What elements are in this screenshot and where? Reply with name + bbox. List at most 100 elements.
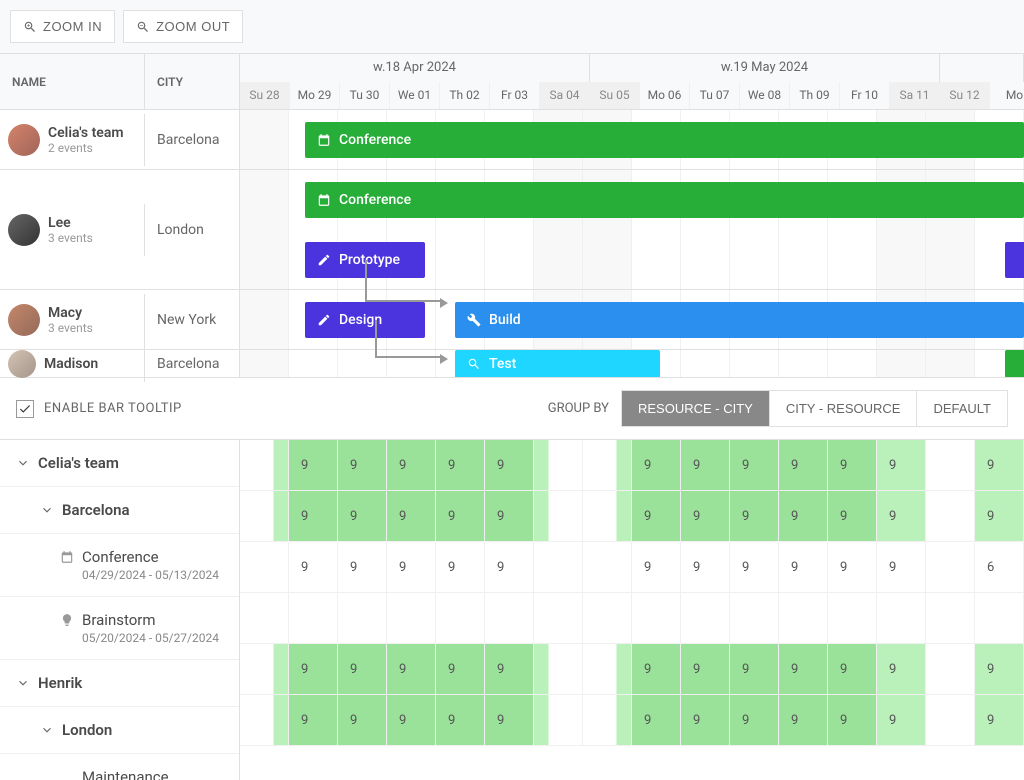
bottom-cell: 9	[828, 695, 877, 745]
event-label: Conference	[339, 132, 411, 148]
search-icon	[467, 357, 481, 371]
resource-city: London	[145, 212, 239, 248]
bottom-cell	[926, 491, 975, 541]
bottom-cell: 9	[632, 440, 681, 490]
day-cell: Mo 06	[640, 82, 690, 110]
bottom-cell	[926, 440, 975, 490]
pencil-icon	[317, 253, 331, 267]
bottom-cell	[926, 695, 975, 745]
resource-row[interactable]: Celia's team 2 events Barcelona	[0, 110, 239, 170]
zoom-out-label: ZOOM OUT	[156, 19, 230, 34]
bottom-cell: 9	[681, 491, 730, 541]
bottom-cell: 9	[387, 644, 436, 694]
bottom-cell: 9	[436, 644, 485, 694]
bottom-cell: 9	[485, 644, 534, 694]
tree-item-conference[interactable]: Conference 04/29/2024 - 05/13/2024	[0, 534, 239, 597]
bottom-cell: 9	[681, 695, 730, 745]
check-icon	[18, 402, 32, 416]
segment-city-resource[interactable]: CITY - RESOURCE	[770, 391, 918, 426]
bottom-cell: 9	[485, 491, 534, 541]
bottom-cell: 9	[975, 644, 1024, 694]
bottom-cell: 9	[828, 644, 877, 694]
bottom-cell	[534, 644, 583, 694]
tree-label: Brainstorm	[82, 611, 156, 629]
bottom-timeline-row: 999999999996	[240, 542, 1024, 593]
bottom-cell: 9	[681, 440, 730, 490]
bottom-cell	[828, 593, 877, 643]
tree-item-brainstorm[interactable]: Brainstorm 05/20/2024 - 05/27/2024	[0, 597, 239, 660]
event-label: Test	[489, 356, 516, 372]
zoom-out-icon	[136, 20, 150, 34]
bottom-cell: 9	[632, 695, 681, 745]
event-bar-test[interactable]: Test	[455, 350, 660, 377]
tree-item-celia[interactable]: Celia's team	[0, 440, 239, 487]
tree-item-barcelona[interactable]: Barcelona	[0, 487, 239, 534]
bottom-cell: 9	[975, 491, 1024, 541]
bottom-cell: 9	[436, 542, 485, 592]
bottom-cell	[534, 491, 583, 541]
segment-default[interactable]: DEFAULT	[917, 391, 1007, 426]
zoom-in-label: ZOOM IN	[43, 19, 102, 34]
zoom-in-button[interactable]: ZOOM IN	[10, 10, 115, 43]
bottom-timeline-row: 999999999999	[240, 644, 1024, 695]
bottom-cell: 9	[877, 695, 926, 745]
event-bar-build[interactable]: Build	[455, 302, 1024, 338]
week-cell: w.18 Apr 2024	[240, 54, 590, 82]
event-bar-conference[interactable]: Conference	[305, 182, 1024, 218]
tree-item-london[interactable]: London	[0, 707, 239, 754]
bottom-cell: 6	[975, 542, 1024, 592]
bottom-cell	[975, 593, 1024, 643]
bottom-cell: 9	[730, 644, 779, 694]
resource-row[interactable]: Lee 3 events London	[0, 170, 239, 290]
segment-resource-city[interactable]: RESOURCE - CITY	[622, 391, 770, 426]
zoom-in-icon	[23, 20, 37, 34]
bottom-cell	[877, 593, 926, 643]
group-by-segment: RESOURCE - CITY CITY - RESOURCE DEFAULT	[621, 390, 1008, 427]
tree-label: Celia's team	[38, 454, 119, 472]
resource-row[interactable]: Macy 3 events New York	[0, 290, 239, 350]
day-cell: Fr 03	[490, 82, 540, 110]
day-cell: Sa 04	[540, 82, 590, 110]
bottom-cell: 9	[338, 491, 387, 541]
bottom-cell: 9	[730, 542, 779, 592]
avatar	[8, 350, 36, 378]
resource-name: Macy	[48, 305, 93, 321]
bottom-cell: 9	[828, 491, 877, 541]
day-cell: Tu 07	[690, 82, 740, 110]
event-label: Conference	[339, 192, 411, 208]
resource-name: Celia's team	[48, 125, 124, 141]
bottom-cell: 9	[779, 542, 828, 592]
bottom-cell: 9	[289, 542, 338, 592]
bottom-cell	[583, 491, 632, 541]
bottom-cell: 9	[877, 542, 926, 592]
event-bar[interactable]	[1005, 350, 1024, 377]
bottom-timeline-row: 999999999999	[240, 440, 1024, 491]
resource-sub: 3 events	[48, 231, 93, 245]
bottom-cell: 9	[289, 695, 338, 745]
resource-row[interactable]: Madison Barcelona	[0, 350, 239, 378]
bottom-cell	[583, 695, 632, 745]
bottom-cell: 9	[387, 542, 436, 592]
bottom-cell: 9	[779, 695, 828, 745]
zoom-out-button[interactable]: ZOOM OUT	[123, 10, 243, 43]
wrench-icon	[467, 313, 481, 327]
checkbox-label: ENABLE BAR TOOLTIP	[44, 401, 182, 416]
bottom-timeline-row	[240, 593, 1024, 644]
timeline-row: Design Build	[240, 290, 1024, 350]
bottom-cell: 9	[975, 440, 1024, 490]
tree-item-henrik[interactable]: Henrik	[0, 660, 239, 707]
enable-tooltip-checkbox[interactable]	[16, 400, 34, 418]
bottom-cell	[240, 644, 289, 694]
bottom-cell: 9	[828, 440, 877, 490]
bottom-cell: 9	[338, 542, 387, 592]
timeline-row: Conference	[240, 110, 1024, 170]
bottom-cell: 9	[485, 440, 534, 490]
bottom-cell: 9	[338, 644, 387, 694]
event-bar-conference[interactable]: Conference	[305, 122, 1024, 158]
tree-dates: 04/29/2024 - 05/13/2024	[82, 568, 219, 582]
tree-item-maintenance[interactable]: Maintenance	[0, 754, 239, 780]
bottom-cell: 9	[828, 542, 877, 592]
event-bar[interactable]	[1005, 242, 1024, 278]
bottom-cell: 9	[681, 644, 730, 694]
pencil-icon	[317, 313, 331, 327]
